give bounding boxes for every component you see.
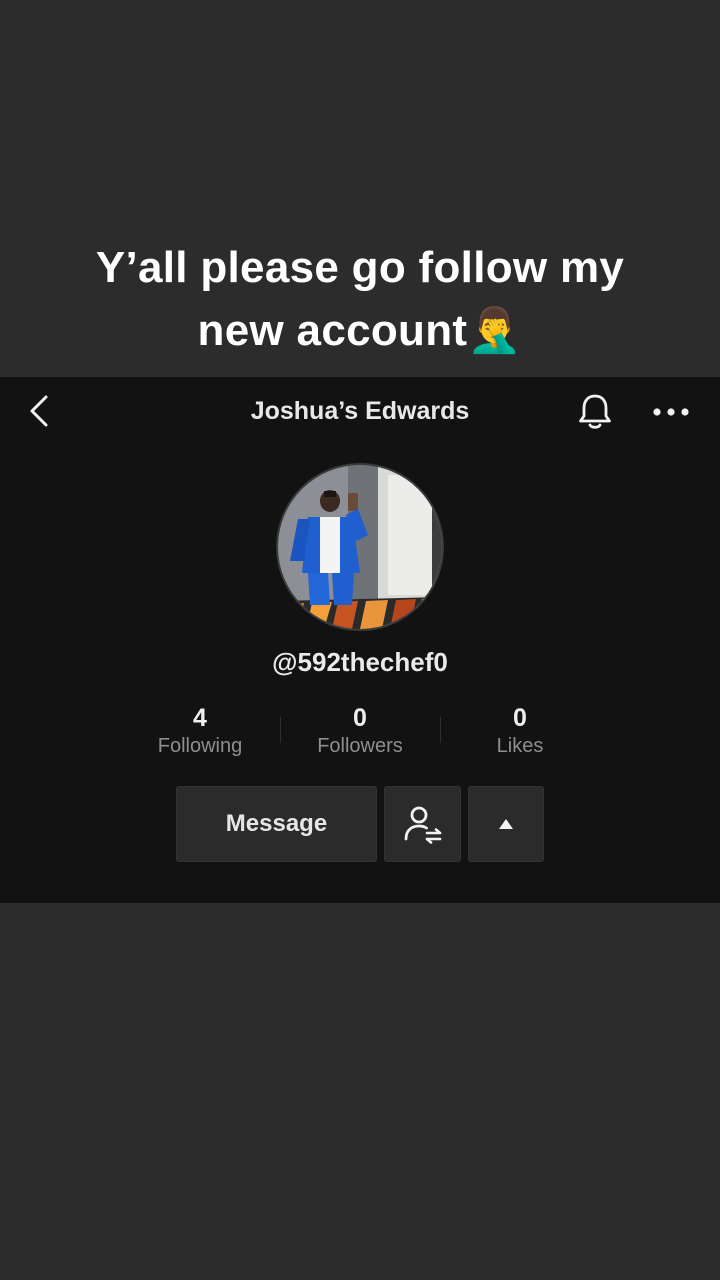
- stat-label: Likes: [496, 735, 544, 757]
- avatar[interactable]: [276, 463, 444, 631]
- follow-status-button[interactable]: [384, 786, 461, 862]
- stat-label: Followers: [317, 735, 403, 757]
- chevron-left-icon: [30, 395, 48, 427]
- video-caption: Y’all please go follow my new account🤦‍♂…: [0, 236, 720, 362]
- caption-line-2-text: new account: [197, 306, 468, 355]
- stat-likes[interactable]: 0 Likes: [440, 703, 600, 758]
- video-frame: Y’all please go follow my new account🤦‍♂…: [0, 0, 720, 1280]
- user-swap-icon: [404, 806, 441, 844]
- back-button[interactable]: [22, 393, 58, 429]
- profile-photo: [278, 465, 442, 629]
- caption-line-2: new account🤦‍♂️: [0, 299, 720, 362]
- profile-actions: Message: [0, 786, 720, 864]
- suggested-accounts-toggle[interactable]: [468, 786, 544, 862]
- stat-count: 4: [193, 704, 207, 732]
- stat-count: 0: [513, 704, 527, 732]
- profile-screenshot: Joshua’s Edwards @592thechef0 4 Followin…: [0, 377, 720, 903]
- caption-line-1: Y’all please go follow my: [95, 243, 625, 292]
- top-nav-bar: Joshua’s Edwards: [0, 377, 720, 445]
- more-options-button[interactable]: [650, 397, 692, 427]
- message-button[interactable]: Message: [176, 786, 377, 862]
- stat-following[interactable]: 4 Following: [120, 703, 280, 758]
- facepalm-emoji: 🤦‍♂️: [467, 306, 523, 355]
- profile-stats: 4 Following 0 Followers 0 Likes: [120, 703, 600, 767]
- stat-followers[interactable]: 0 Followers: [280, 703, 440, 758]
- username-handle: @592thechef0: [272, 647, 448, 677]
- bell-icon: [579, 394, 611, 429]
- ellipsis-icon: [653, 408, 689, 416]
- notifications-button[interactable]: [574, 391, 616, 433]
- triangle-up-icon: [499, 819, 513, 829]
- stat-label: Following: [157, 735, 243, 757]
- stat-count: 0: [353, 704, 367, 732]
- profile-name-title: Joshua’s Edwards: [250, 397, 470, 425]
